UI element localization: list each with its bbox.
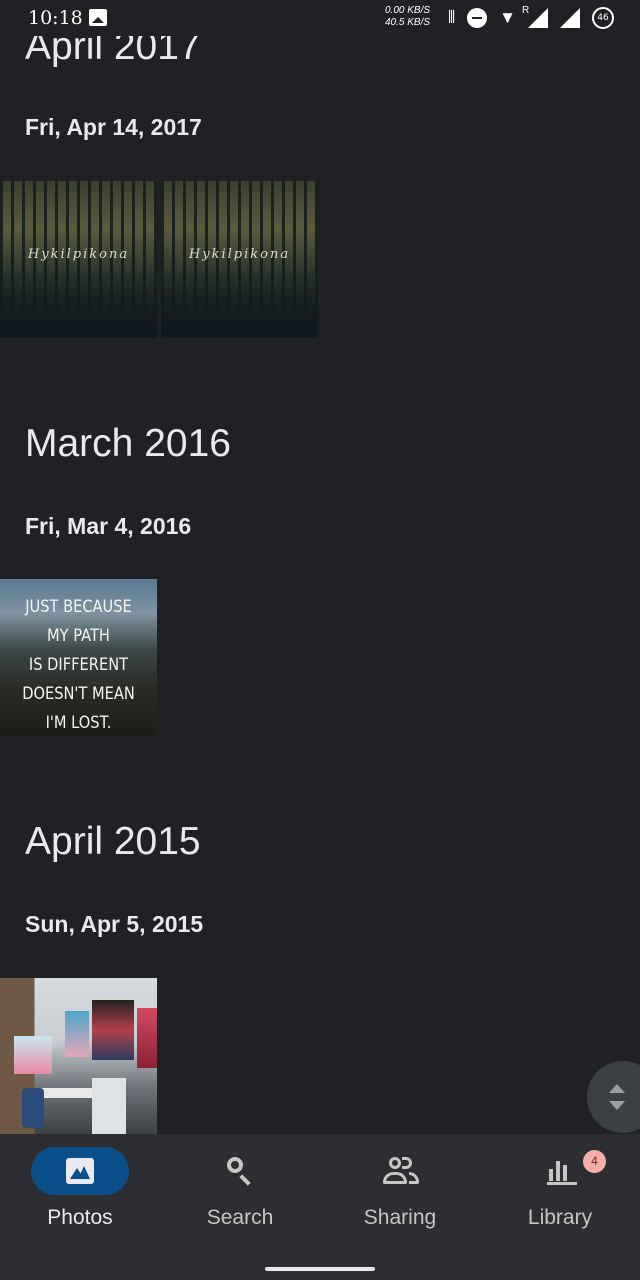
photo-thumbnail[interactable]	[0, 978, 157, 1134]
photo-detail	[65, 1011, 89, 1057]
nav-sharing[interactable]: Sharing	[320, 1134, 480, 1254]
quote-line: I'M LOST.	[45, 713, 112, 733]
month-header: March 2016	[25, 422, 231, 465]
nav-label: Search	[206, 1206, 274, 1229]
month-header: April 2015	[25, 820, 201, 863]
photos-icon	[66, 1158, 94, 1184]
photo-overlay-text: Hykilpikona	[27, 247, 130, 262]
chevron-down-icon	[609, 1101, 625, 1110]
home-indicator[interactable]	[265, 1267, 375, 1271]
photo-timeline[interactable]: April 2017 Fri, Apr 14, 2017 Hykilpikona…	[0, 0, 640, 1134]
day-header: Fri, Mar 4, 2016	[25, 513, 192, 539]
nav-label: Photos	[47, 1206, 113, 1229]
nav-label: Library	[527, 1206, 593, 1229]
photo-thumbnail[interactable]: JUST BECAUSE MY PATH IS DIFFERENT DOESN'…	[0, 579, 157, 736]
photo-thumbnail[interactable]: Hykilpikona	[161, 181, 318, 338]
bottom-navigation: Photos Search Sharing 4 Library	[0, 1134, 640, 1280]
signal-icon: R	[522, 5, 548, 28]
battery-icon: 46	[592, 7, 614, 29]
status-time: 10:18	[28, 7, 83, 29]
day-header: Fri, Apr 14, 2017	[25, 114, 202, 140]
photo-detail	[92, 1078, 126, 1134]
photo-detail	[22, 1088, 44, 1128]
nav-library[interactable]: 4 Library	[480, 1134, 640, 1254]
roaming-indicator: R	[522, 5, 530, 16]
gallery-icon	[89, 9, 107, 26]
signal-icon	[560, 8, 580, 28]
photo-detail	[92, 1000, 134, 1060]
status-icons: ⫴ ▼ R 46	[448, 5, 614, 29]
quote-line: JUST BECAUSE	[25, 597, 132, 617]
photo-detail	[14, 1036, 52, 1074]
status-bar: 10:18 0.00 KB/S 40.5 KB/S ⫴ ▼ R 46	[0, 0, 640, 36]
vibrate-icon: ⫴	[448, 8, 456, 27]
battery-level: 46	[597, 13, 609, 23]
quote-line: MY PATH	[47, 626, 110, 646]
notification-badge: 4	[583, 1150, 606, 1173]
do-not-disturb-icon	[467, 8, 488, 28]
day-header: Sun, Apr 5, 2015	[25, 911, 204, 937]
net-down: 40.5 KB/S	[385, 17, 431, 28]
search-icon	[227, 1157, 243, 1173]
photo-overlay-text: JUST BECAUSE MY PATH IS DIFFERENT DOESN'…	[11, 593, 146, 736]
photo-overlay-text: Hykilpikona	[188, 247, 291, 262]
photo-detail	[137, 1008, 157, 1068]
sharing-icon	[383, 1157, 419, 1185]
quote-line: IS DIFFERENT	[28, 655, 129, 675]
nav-search[interactable]: Search	[160, 1134, 320, 1254]
nav-photos[interactable]: Photos	[0, 1134, 160, 1254]
nav-label: Sharing	[363, 1206, 437, 1229]
library-icon	[547, 1159, 577, 1185]
chevron-up-icon	[609, 1084, 625, 1093]
photo-thumbnail[interactable]: Hykilpikona	[0, 181, 157, 338]
quote-line: DOESN'T MEAN	[22, 684, 135, 704]
wifi-icon: ▼	[499, 8, 516, 27]
network-speed: 0.00 KB/S 40.5 KB/S	[385, 5, 430, 29]
net-up: 0.00 KB/S	[385, 5, 431, 16]
